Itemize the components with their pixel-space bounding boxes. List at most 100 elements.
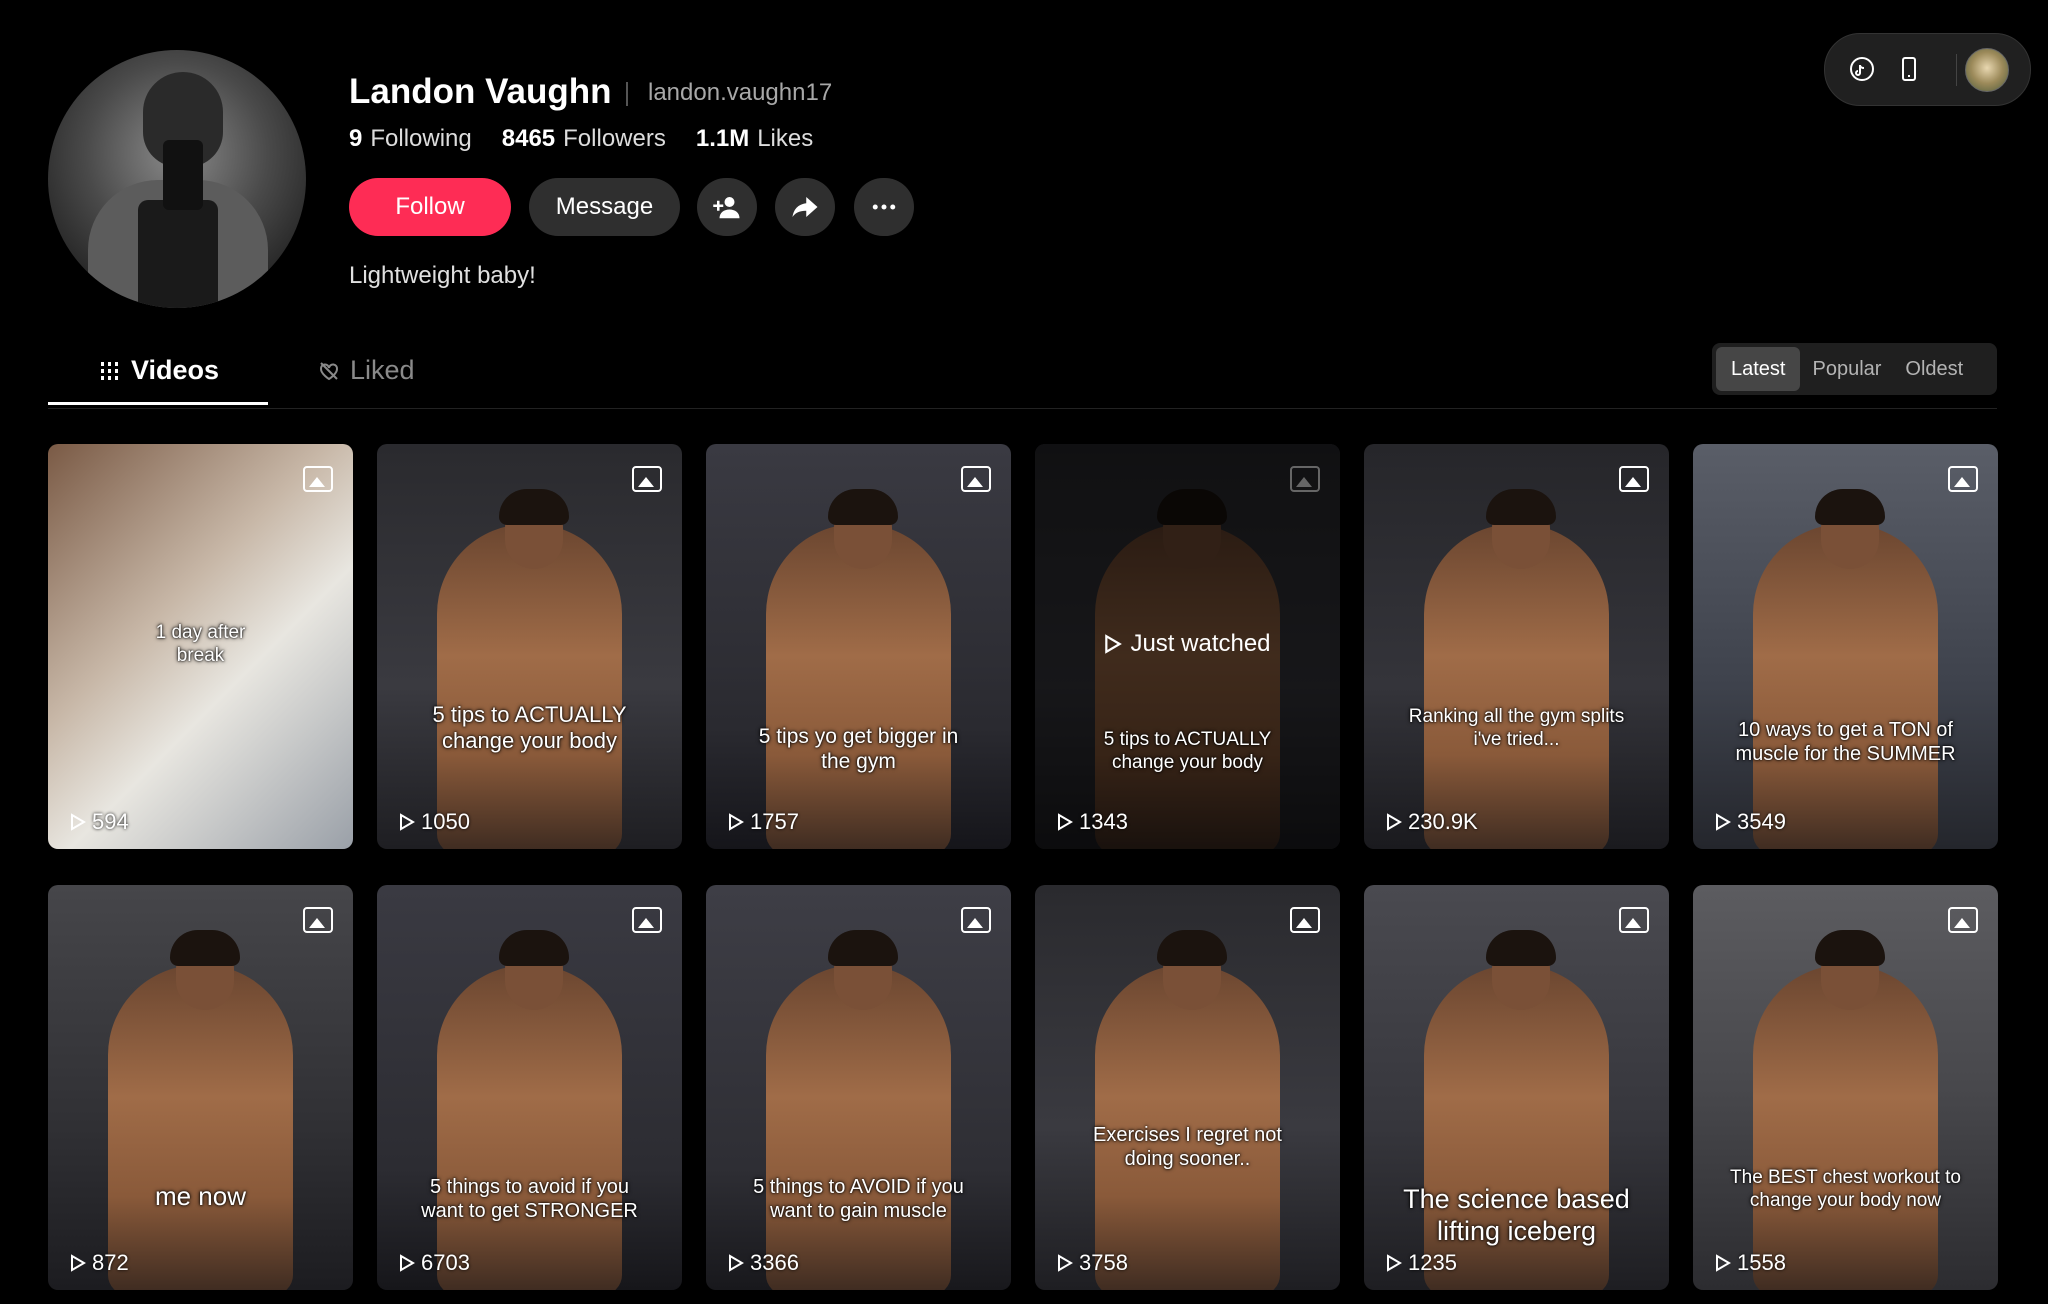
stat-likes: 1.1M Likes: [696, 125, 813, 153]
sort-popular[interactable]: Popular: [1800, 347, 1893, 391]
tab-videos[interactable]: Videos: [99, 355, 219, 386]
thumbnail-figure: [766, 524, 951, 849]
video-view-count: 1235: [1408, 1250, 1457, 1275]
profile-avatar[interactable]: [48, 50, 306, 308]
video-views: 1757: [728, 809, 799, 835]
play-icon: [729, 1254, 744, 1272]
video-caption: Ranking all the gym splits i've tried...: [1408, 706, 1625, 750]
video-caption: The science based lifting iceberg: [1403, 1184, 1630, 1247]
play-icon: [400, 813, 415, 831]
phone-icon: [1902, 57, 1916, 81]
video-card[interactable]: Ranking all the gym splits i've tried...…: [1364, 444, 1669, 849]
stat-likes-num: 1.1M: [695, 125, 750, 152]
tab-active-indicator: [48, 402, 268, 405]
video-card[interactable]: 5 tips to ACTUALLY change your body 1050: [377, 444, 682, 849]
photo-icon: [1948, 907, 1978, 933]
video-view-count: 1757: [750, 809, 799, 834]
thumbnail-figure: [1815, 930, 1885, 966]
stat-likes-label: Likes: [757, 125, 814, 152]
photo-icon: [1619, 907, 1649, 933]
play-icon: [729, 813, 744, 831]
tab-divider: [48, 408, 1997, 409]
thumbnail-figure: [437, 965, 622, 1290]
just-watched-label: Just watched: [1130, 630, 1271, 657]
thumbnail-figure: [1163, 499, 1221, 569]
follow-button[interactable]: Follow: [349, 178, 511, 236]
video-card[interactable]: Exercises I regret not doing sooner.. 375…: [1035, 885, 1340, 1290]
play-icon: [1716, 1254, 1731, 1272]
account-avatar[interactable]: [1965, 48, 2009, 92]
stat-followers-num: 8465: [501, 125, 556, 152]
video-caption: 1 day after break: [155, 622, 246, 666]
video-caption: 10 ways to get a TON of muscle for the S…: [1735, 719, 1956, 765]
thumbnail-figure: [1486, 489, 1556, 525]
thumbnail-figure: [766, 965, 951, 1290]
thumbnail-figure: [1815, 489, 1885, 525]
tab-liked-label: Liked: [350, 355, 415, 385]
stat-followers-label: Followers: [563, 125, 666, 152]
profile-stats: 9 Following 8465 Followers 1.1M Likes: [349, 125, 813, 153]
video-card[interactable]: The science based lifting iceberg 1235: [1364, 885, 1669, 1290]
add-friend-icon: [713, 197, 740, 219]
video-views: 6703: [399, 1250, 470, 1276]
play-icon: [400, 1254, 415, 1272]
tiktok-button[interactable]: [1849, 56, 1875, 82]
video-card[interactable]: 5 things to avoid if you want to get STR…: [377, 885, 682, 1290]
profile-bio: Lightweight baby!: [349, 262, 536, 289]
video-caption: 5 tips yo get bigger in the gym: [758, 725, 959, 774]
thumbnail-figure: [1424, 524, 1609, 849]
tab-videos-label: Videos: [131, 355, 220, 385]
play-icon: [1058, 1254, 1073, 1272]
thumbnail-figure: [1753, 524, 1938, 849]
thumbnail-figure: [437, 524, 622, 849]
play-icon: [1387, 813, 1402, 831]
photo-icon: [1290, 907, 1320, 933]
share-button[interactable]: [775, 178, 835, 236]
device-button[interactable]: [1896, 56, 1922, 82]
thumbnail-figure: [828, 489, 898, 525]
video-view-count: 6703: [421, 1250, 470, 1275]
play-icon: [1387, 1254, 1402, 1272]
more-button[interactable]: [854, 178, 914, 236]
video-card[interactable]: 5 things to AVOID if you want to gain mu…: [706, 885, 1011, 1290]
video-card[interactable]: 5 tips to ACTUALLY change your body 1343 J…: [1035, 444, 1340, 849]
thumbnail-figure: [1753, 965, 1938, 1290]
stat-following[interactable]: 9 Following: [349, 125, 472, 153]
photo-icon: [961, 466, 991, 492]
video-view-count: 3758: [1079, 1250, 1128, 1275]
message-button[interactable]: Message: [529, 178, 680, 236]
thumbnail-figure: [1095, 524, 1280, 849]
video-card[interactable]: 10 ways to get a TON of muscle for the S…: [1693, 444, 1998, 849]
video-caption: 5 tips to ACTUALLY change your body: [1103, 729, 1272, 773]
just-watched-badge: Just watched: [1035, 630, 1340, 658]
photo-icon: [632, 466, 662, 492]
video-view-count: 230.9K: [1408, 809, 1478, 834]
profile-username: landon.vaughn17: [648, 79, 833, 106]
video-card[interactable]: The BEST chest workout to change your bo…: [1693, 885, 1998, 1290]
photo-icon: [1948, 466, 1978, 492]
name-separator: [626, 82, 628, 106]
video-caption: 5 things to avoid if you want to get STR…: [421, 1176, 638, 1222]
photo-icon: [303, 466, 333, 492]
video-views: 3758: [1057, 1250, 1128, 1276]
video-view-count: 1050: [421, 809, 470, 834]
tab-liked[interactable]: Liked: [318, 355, 415, 386]
sort-oldest[interactable]: Oldest: [1893, 347, 1975, 391]
video-caption: me now: [154, 1181, 247, 1211]
thumbnail-figure: [1157, 489, 1227, 525]
sort-latest[interactable]: Latest: [1716, 347, 1801, 391]
photo-icon: [961, 907, 991, 933]
add-friend-button[interactable]: [697, 178, 757, 236]
video-card[interactable]: 1 day after break 594: [48, 444, 353, 849]
stat-followers[interactable]: 8465 Followers: [502, 125, 666, 153]
video-view-count: 1343: [1079, 809, 1128, 834]
play-icon: [1105, 634, 1123, 654]
video-views: 872: [70, 1250, 129, 1276]
video-caption: 5 things to AVOID if you want to gain mu…: [753, 1176, 964, 1222]
video-view-count: 1558: [1737, 1250, 1786, 1275]
video-card[interactable]: me now 872: [48, 885, 353, 1290]
photo-icon: [632, 907, 662, 933]
video-views: 594: [70, 809, 129, 835]
video-views: 3549: [1715, 809, 1786, 835]
video-card[interactable]: 5 tips yo get bigger in the gym 1757: [706, 444, 1011, 849]
